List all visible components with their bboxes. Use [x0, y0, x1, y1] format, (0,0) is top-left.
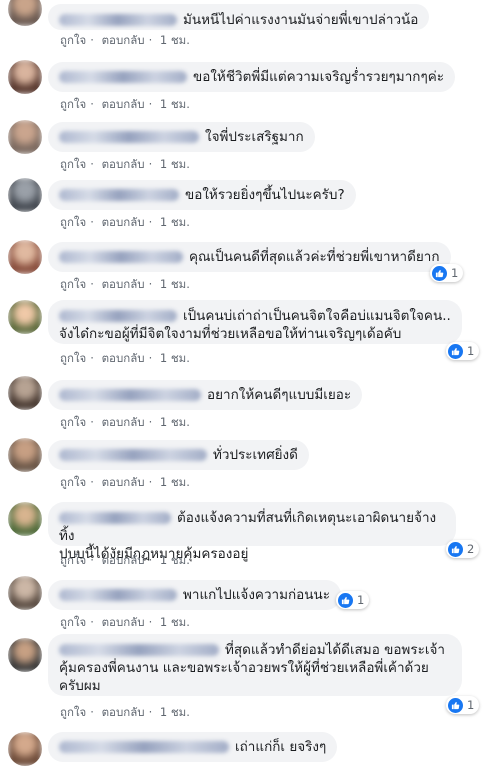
comment-text: มันหนีไปค่าแรงงานมันจ่ายพี่เขาปล่าวน้อ [183, 12, 419, 28]
reply-link[interactable]: ตอบกลับ [102, 615, 145, 629]
reply-link[interactable]: ตอบกลับ [102, 705, 145, 719]
timestamp[interactable]: 1 ชม. [160, 351, 190, 365]
commenter-name[interactable] [59, 251, 183, 263]
reaction-count[interactable]: 2 [446, 540, 480, 558]
avatar[interactable] [8, 438, 42, 472]
comment-actions: ถูกใจ · ตอบกลับ · 1 ชม. [60, 351, 190, 365]
avatar[interactable] [8, 576, 42, 610]
avatar[interactable] [8, 732, 42, 766]
reply-link[interactable]: ตอบกลับ [102, 157, 145, 171]
reply-link[interactable]: ตอบกลับ [102, 415, 145, 429]
thumbs-up-icon [448, 697, 463, 713]
avatar[interactable] [8, 120, 42, 154]
timestamp[interactable]: 1 ชม. [160, 157, 190, 171]
reply-link[interactable]: ตอบกลับ [102, 277, 145, 291]
comment-bubble: อยากให้คนดีๆแบบมีเยอะ [48, 380, 363, 410]
commenter-name[interactable] [59, 71, 187, 83]
reply-link[interactable]: ตอบกลับ [102, 215, 145, 229]
comment-actions: ถูกใจ · ตอบกลับ · 1 ชม. [60, 97, 190, 111]
comment-bubble: ใจพี่ประเสริฐมาก [48, 122, 315, 152]
thumbs-up-icon [448, 541, 463, 557]
timestamp[interactable]: 1 ชม. [160, 277, 190, 291]
comment-bubble: เถ่าแก่ก็เ ยจริงๆ [48, 732, 338, 762]
comment-text: คุณเป็นคนดีที่สุดแล้วค่ะที่ช่วยพี่เขาหาด… [189, 249, 440, 265]
comment-bubble: ต้องแจ้งความที่สนที่เกิดเหตุนะเอาผิดนายจ… [48, 502, 456, 562]
timestamp[interactable]: 1 ชม. [160, 215, 190, 229]
comment-text: เถ่าแก่ก็เ ยจริงๆ [235, 739, 327, 755]
comment-text: ใจพี่ประเสริฐมาก [205, 129, 304, 145]
like-link[interactable]: ถูกใจ [60, 475, 86, 489]
avatar[interactable] [8, 0, 42, 26]
timestamp[interactable]: 1 ชม. [160, 615, 190, 629]
comment-bubble: พาแกไปแจ้งความก่อนนะ [48, 580, 341, 610]
comment-actions: ถูกใจ · ตอบกลับ · 1 ชม. [60, 553, 190, 567]
timestamp[interactable]: 1 ชม. [160, 415, 190, 429]
avatar[interactable] [8, 376, 42, 410]
like-link[interactable]: ถูกใจ [60, 553, 86, 567]
comment-text: ทั่วประเทศยิ่งดี [213, 447, 298, 463]
like-link[interactable]: ถูกใจ [60, 415, 86, 429]
like-link[interactable]: ถูกใจ [60, 705, 86, 719]
comment-bubble: เป็นคนบ่เถ่าถ่าเป็นคนจิตใจคือบ่แมนจิตใจค… [48, 300, 462, 344]
comment-bubble: ขอให้ชีวิตพี่มีแต่ความเจริญร่ำรวยๆมากๆค่… [48, 62, 455, 92]
comment-text: อยากให้คนดีๆแบบมีเยอะ [207, 387, 352, 403]
avatar[interactable] [8, 638, 42, 672]
timestamp[interactable]: 1 ชม. [160, 475, 190, 489]
reply-link[interactable]: ตอบกลับ [102, 351, 145, 365]
reply-link[interactable]: ตอบกลับ [102, 475, 145, 489]
reaction-count[interactable]: 1 [336, 591, 370, 609]
reaction-count[interactable]: 1 [446, 342, 480, 360]
avatar[interactable] [8, 240, 42, 274]
commenter-name[interactable] [59, 741, 229, 753]
comment-actions: ถูกใจ · ตอบกลับ · 1 ชม. [60, 415, 190, 429]
like-link[interactable]: ถูกใจ [60, 615, 86, 629]
avatar[interactable] [8, 60, 42, 94]
comment-actions: ถูกใจ · ตอบกลับ · 1 ชม. [60, 475, 190, 489]
commenter-name[interactable] [59, 189, 179, 201]
like-link[interactable]: ถูกใจ [60, 97, 86, 111]
thumbs-up-icon [432, 265, 447, 281]
thumbs-up-icon [448, 343, 463, 359]
reply-link[interactable]: ตอบกลับ [102, 97, 145, 111]
reaction-count[interactable]: 1 [430, 264, 464, 282]
commenter-name[interactable] [59, 389, 201, 401]
comment-bubble: คุณเป็นคนดีที่สุดแล้วค่ะที่ช่วยพี่เขาหาด… [48, 242, 451, 272]
comment-actions: ถูกใจ · ตอบกลับ · 1 ชม. [60, 157, 190, 171]
reply-link[interactable]: ตอบกลับ [102, 33, 145, 47]
commenter-name[interactable] [59, 644, 219, 656]
avatar[interactable] [8, 502, 42, 536]
thumbs-up-icon [338, 592, 353, 608]
commenter-name[interactable] [59, 449, 207, 461]
timestamp[interactable]: 1 ชม. [160, 97, 190, 111]
comment-text: ขอให้ชีวิตพี่มีแต่ความเจริญร่ำรวยๆมากๆค่… [193, 69, 444, 85]
like-link[interactable]: ถูกใจ [60, 157, 86, 171]
comment-actions: ถูกใจ · ตอบกลับ · 1 ชม. [60, 615, 190, 629]
timestamp[interactable]: 1 ชม. [160, 705, 190, 719]
commenter-name[interactable] [59, 131, 199, 143]
timestamp[interactable]: 1 ชม. [160, 553, 190, 567]
comment-actions: ถูกใจ · ตอบกลับ · 1 ชม. [60, 33, 190, 47]
timestamp[interactable]: 1 ชม. [160, 33, 190, 47]
comment-bubble: ขอให้รวยยิ่งๆขึ้นไปนะครับ? [48, 180, 356, 210]
avatar[interactable] [8, 300, 42, 334]
like-link[interactable]: ถูกใจ [60, 33, 86, 47]
comment-text: ขอให้รวยยิ่งๆขึ้นไปนะครับ? [185, 187, 345, 203]
commenter-name[interactable] [59, 589, 177, 601]
like-link[interactable]: ถูกใจ [60, 215, 86, 229]
commenter-name[interactable] [59, 310, 177, 322]
like-link[interactable]: ถูกใจ [60, 277, 86, 291]
comment-bubble: ทั่วประเทศยิ่งดี [48, 440, 309, 470]
like-link[interactable]: ถูกใจ [60, 351, 86, 365]
comment-text: พาแกไปแจ้งความก่อนนะ [183, 587, 330, 603]
reaction-count[interactable]: 1 [446, 696, 480, 714]
reply-link[interactable]: ตอบกลับ [102, 553, 145, 567]
comment-bubble: ที่สุดแล้วทำดีย่อมได้ดีเสมอ ขอพระเจ้า คุ… [48, 634, 462, 696]
comment-actions: ถูกใจ · ตอบกลับ · 1 ชม. [60, 705, 190, 719]
comment-bubble: มันหนีไปค่าแรงงานมันจ่ายพี่เขาปล่าวน้อ [48, 4, 430, 30]
commenter-name[interactable] [59, 14, 177, 26]
comment-actions: ถูกใจ · ตอบกลับ · 1 ชม. [60, 277, 190, 291]
avatar[interactable] [8, 178, 42, 212]
comment-actions: ถูกใจ · ตอบกลับ · 1 ชม. [60, 215, 190, 229]
commenter-name[interactable] [59, 512, 171, 524]
